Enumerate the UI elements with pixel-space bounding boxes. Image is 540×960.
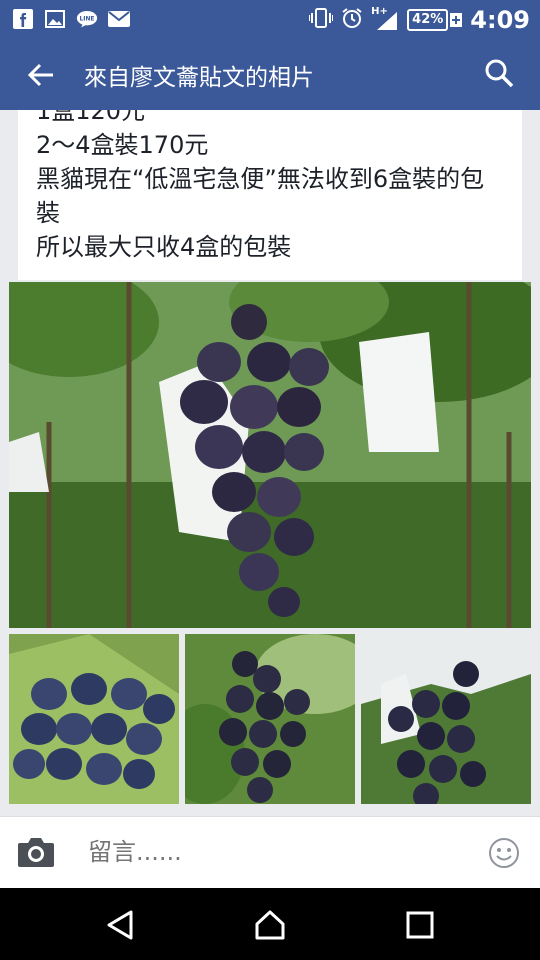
comment-input[interactable] [86, 837, 450, 867]
battery-indicator: 42% [407, 9, 463, 31]
page-title: 來自廖文蘥貼文的相片 [84, 65, 314, 91]
battery-level: 42% [407, 9, 449, 31]
line-icon: LINE [76, 8, 98, 30]
app-bar: 來自廖文蘥貼文的相片 [0, 38, 540, 110]
svg-text:LINE: LINE [80, 17, 95, 23]
home-icon[interactable] [253, 908, 287, 942]
search-icon[interactable] [484, 58, 514, 88]
system-navigation-bar [0, 888, 540, 960]
signal-icon: H+ [371, 6, 399, 32]
status-bar: LINE H+ 42% 4:09 [0, 0, 540, 38]
photo-post-content[interactable]: 1盒120元 2～4盒裝170元 黑貓現在“低溫宅急便”無法收到6盒裝的包裝 所… [0, 110, 540, 816]
system-icons: H+ 42% 4:09 [308, 6, 530, 34]
back-arrow-icon[interactable] [26, 60, 56, 90]
comment-bar [0, 816, 540, 889]
facebook-icon [12, 8, 34, 30]
grape-photo-thumbnail[interactable] [9, 634, 179, 804]
grape-photo-thumbnail[interactable] [361, 634, 531, 804]
recent-apps-icon[interactable] [403, 908, 437, 942]
mail-icon [108, 8, 130, 30]
alarm-icon [341, 7, 363, 33]
camera-icon[interactable] [16, 835, 56, 869]
gallery-icon [44, 8, 66, 30]
emoji-icon[interactable] [488, 837, 520, 869]
post-card: 1盒120元 2～4盒裝170元 黑貓現在“低溫宅急便”無法收到6盒裝的包裝 所… [18, 110, 522, 280]
grape-photo-thumbnail[interactable] [185, 634, 355, 804]
charging-plus-icon [450, 13, 463, 27]
vibrate-icon [308, 7, 335, 33]
post-text: 1盒120元 2～4盒裝170元 黑貓現在“低溫宅急便”無法收到6盒裝的包裝 所… [36, 110, 485, 261]
notification-icons: LINE [12, 8, 130, 30]
back-triangle-icon[interactable] [103, 908, 137, 942]
clock: 4:09 [470, 6, 530, 34]
main-grape-photo[interactable] [9, 282, 531, 628]
